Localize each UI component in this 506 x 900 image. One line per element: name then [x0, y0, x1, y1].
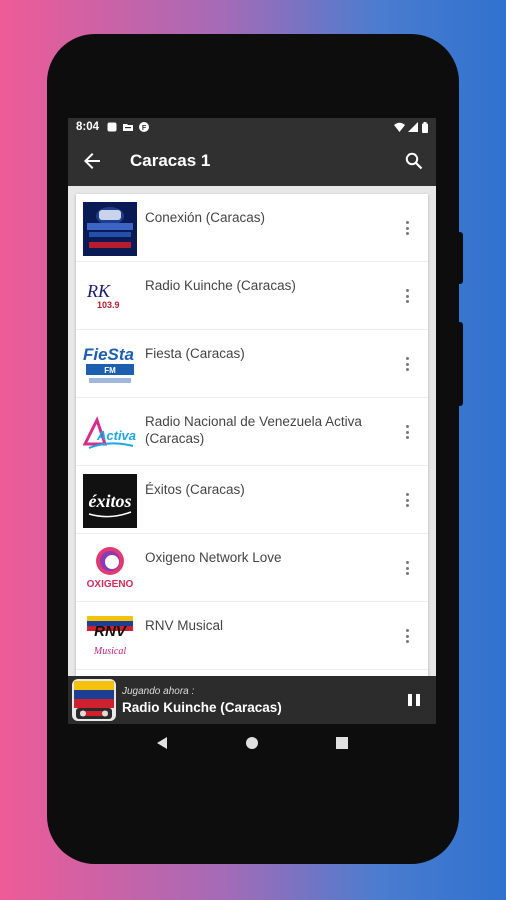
folder-icon: [123, 122, 134, 132]
svg-text:RNV: RNV: [94, 623, 128, 640]
now-playing-label: Jugando ahora :: [122, 685, 195, 697]
signal-icon: [408, 122, 418, 132]
svg-text:Musical: Musical: [93, 646, 126, 657]
more-options-icon[interactable]: [402, 558, 412, 578]
station-name: Radio Kuinche (Caracas): [145, 278, 296, 293]
station-name: Oxigeno Network Love: [145, 550, 282, 565]
station-list: Conexión (Caracas) RK 103.9 Radio Kuinch…: [76, 194, 428, 676]
svg-text:RK: RK: [86, 281, 111, 301]
now-playing-bar[interactable]: Jugando ahora : Radio Kuinche (Caracas): [68, 676, 436, 724]
station-row[interactable]: Conexión (Caracas): [76, 194, 428, 262]
station-row[interactable]: RK 103.9 Radio Kuinche (Caracas): [76, 262, 428, 330]
more-options-icon[interactable]: [402, 218, 412, 238]
station-logo-oxigeno: OXIGENO: [83, 542, 137, 596]
more-options-icon[interactable]: [402, 626, 412, 646]
station-name: RNV Musical: [145, 618, 224, 633]
wifi-icon: [394, 122, 405, 132]
pause-icon[interactable]: [404, 690, 424, 710]
svg-text:FM: FM: [104, 366, 116, 375]
more-options-icon[interactable]: [402, 286, 412, 306]
phone-volume-button: [457, 322, 463, 406]
now-playing-station: Radio Kuinche (Caracas): [122, 699, 282, 715]
station-name: Éxitos (Caracas): [145, 482, 245, 497]
station-row[interactable]: Activa Radio Nacional de Venezuela Activ…: [76, 398, 428, 466]
more-options-icon[interactable]: [402, 354, 412, 374]
system-nav-bar: [68, 724, 436, 766]
more-options-icon[interactable]: [402, 422, 412, 442]
more-options-icon[interactable]: [402, 490, 412, 510]
station-row[interactable]: FieSta FM Fiesta (Caracas): [76, 330, 428, 398]
status-time: 8:04: [76, 121, 100, 133]
nav-recents-icon[interactable]: [335, 736, 349, 755]
station-row[interactable]: RNV Musical RNV Musical: [76, 602, 428, 670]
svg-text:Activa: Activa: [96, 428, 136, 443]
status-bar: 8:04 F: [68, 118, 436, 136]
battery-icon: [422, 122, 428, 133]
station-logo-kuinche: RK 103.9: [83, 270, 137, 324]
station-row[interactable]: éxitos Éxitos (Caracas): [76, 466, 428, 534]
svg-text:F: F: [142, 125, 147, 132]
app-bar: Caracas 1: [68, 136, 436, 186]
svg-text:éxitos: éxitos: [89, 491, 132, 511]
station-logo-conexion: [83, 202, 137, 256]
now-playing-info: Jugando ahora : Radio Kuinche (Caracas): [122, 686, 404, 715]
station-name: Radio Nacional de Venezuela Activa (Cara…: [145, 414, 362, 446]
page-title: Caracas 1: [130, 151, 211, 170]
nav-back-icon[interactable]: [155, 736, 169, 755]
svg-text:OXIGENO: OXIGENO: [87, 579, 134, 590]
station-list-area: Conexión (Caracas) RK 103.9 Radio Kuinch…: [68, 186, 436, 676]
station-logo-exitos: éxitos: [83, 474, 137, 528]
phone-screen: 8:04 F Caracas 1 Conexión (Caracas) RK 1…: [68, 118, 436, 724]
search-icon[interactable]: [402, 149, 426, 173]
station-row[interactable]: OXIGENO Oxigeno Network Love: [76, 534, 428, 602]
svg-text:FieSta: FieSta: [83, 345, 134, 364]
phone-power-button: [457, 232, 463, 284]
station-name: Conexión (Caracas): [145, 210, 266, 225]
svg-text:103.9: 103.9: [97, 300, 120, 310]
now-playing-logo: [72, 679, 116, 721]
station-logo-fiesta: FieSta FM: [83, 338, 137, 392]
back-arrow-icon[interactable]: [80, 149, 104, 173]
station-logo-rnv-musical: RNV Musical: [83, 610, 137, 664]
station-name: Fiesta (Caracas): [145, 346, 245, 361]
nav-home-icon[interactable]: [245, 736, 259, 755]
station-logo-activa: Activa: [83, 406, 137, 460]
app-notification-icon: F: [139, 122, 150, 132]
notification-icon: [107, 122, 117, 132]
